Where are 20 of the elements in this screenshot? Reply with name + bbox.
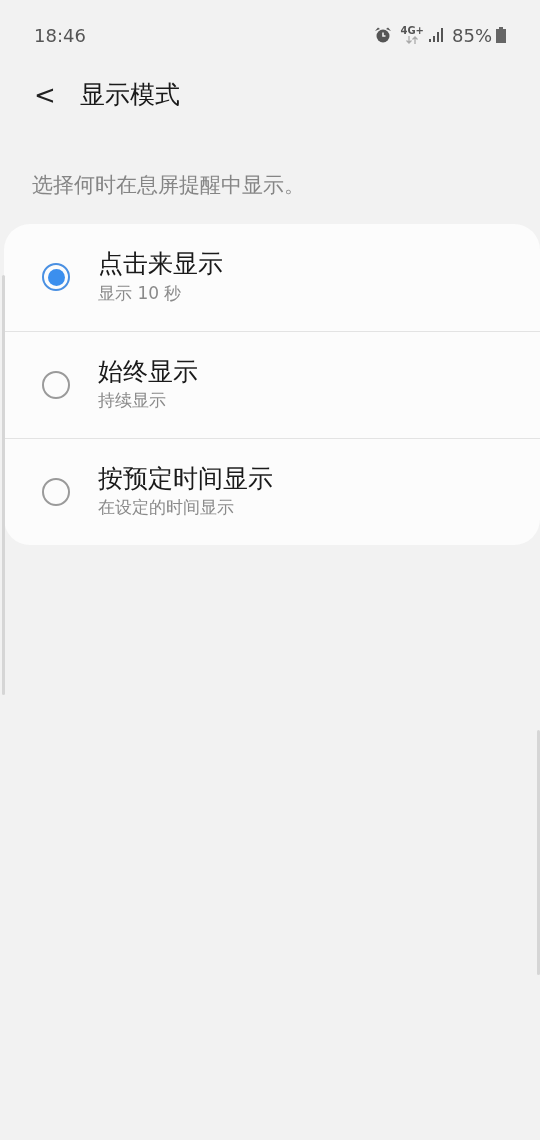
battery-icon [496,27,506,43]
network-type-label: 4G+ [400,26,424,36]
radio-button[interactable] [42,477,70,506]
option-subtitle: 在设定的时间显示 [98,496,235,519]
radio-button[interactable] [42,370,70,399]
option-subtitle: 持续显示 [98,389,167,412]
clock-time: 18:46 [34,23,86,48]
option-subtitle: 显示 10 秒 [98,281,183,305]
option-title: 按预定时间显示 [98,462,273,495]
option-title: 点击来显示 [98,248,223,280]
radio-button[interactable] [42,263,70,291]
page-title: 显示模式 [79,79,180,112]
option-title: 始终显示 [98,355,198,388]
battery-percent: 85% [452,23,492,48]
description-text: 选择何时在息屏提醒中显示。 [31,172,306,199]
data-arrows-icon [405,36,420,44]
back-button[interactable]: < [28,82,62,108]
signal-icon [428,27,444,43]
alarm-icon [374,26,393,44]
option-item[interactable]: 点击来显示 显示 10 秒 [4,223,540,331]
